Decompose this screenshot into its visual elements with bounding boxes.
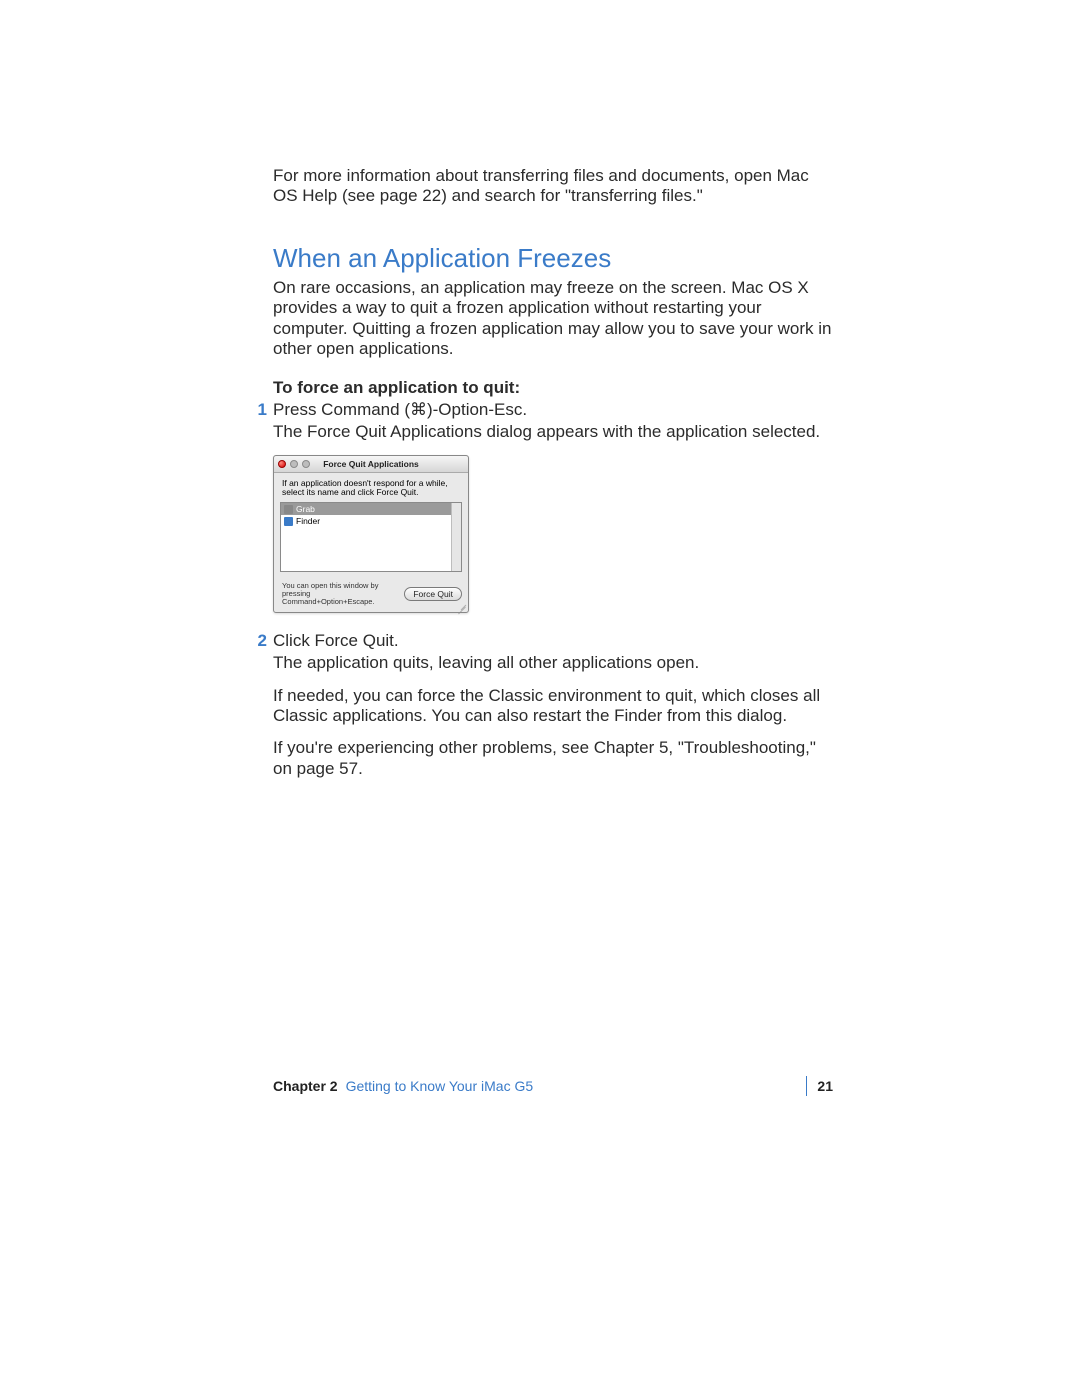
app-list[interactable]: Grab Finder (280, 502, 462, 572)
note-paragraph: If you're experiencing other problems, s… (273, 738, 833, 779)
app-icon (284, 517, 293, 526)
note-paragraph: If needed, you can force the Classic env… (273, 686, 833, 727)
step-row: 1 Press Command (⌘)-Option-Esc. (273, 400, 833, 420)
close-icon[interactable] (278, 460, 286, 468)
page-footer: Chapter 2 Getting to Know Your iMac G5 2… (273, 1076, 833, 1096)
minimize-icon (290, 460, 298, 468)
dialog-message: If an application doesn't respond for a … (274, 473, 468, 503)
scrollbar[interactable] (451, 503, 461, 571)
dialog-footer: You can open this window by pressing Com… (274, 578, 468, 612)
step-text: Click Force Quit. (273, 631, 833, 651)
section-body: On rare occasions, an application may fr… (273, 278, 833, 360)
chapter-title: Getting to Know Your iMac G5 (346, 1078, 534, 1094)
section-heading: When an Application Freezes (273, 243, 833, 274)
divider-icon (806, 1076, 807, 1096)
zoom-icon (302, 460, 310, 468)
force-quit-button[interactable]: Force Quit (404, 587, 462, 601)
step-result: The Force Quit Applications dialog appea… (273, 422, 833, 442)
step-text: Press Command (⌘)-Option-Esc. (273, 400, 833, 420)
step-number: 1 (255, 400, 273, 420)
force-quit-dialog: Force Quit Applications If an applicatio… (273, 455, 469, 613)
traffic-lights (278, 460, 310, 468)
dialog-titlebar: Force Quit Applications (274, 456, 468, 473)
manual-page: For more information about transferring … (0, 0, 1080, 1397)
chapter-label: Chapter 2 (273, 1078, 338, 1094)
app-name: Finder (296, 516, 320, 526)
step-number: 2 (255, 631, 273, 651)
subheading: To force an application to quit: (273, 378, 833, 398)
intro-paragraph: For more information about transferring … (273, 166, 833, 207)
page-number: 21 (817, 1078, 833, 1094)
dialog-hint: You can open this window by pressing Com… (282, 582, 398, 606)
app-name: Grab (296, 504, 315, 514)
app-icon (284, 505, 293, 514)
resize-handle-icon[interactable] (457, 601, 467, 611)
body-column: For more information about transferring … (273, 166, 833, 791)
step-result: The application quits, leaving all other… (273, 653, 833, 673)
step-row: 2 Click Force Quit. (273, 631, 833, 651)
list-item[interactable]: Grab (281, 503, 461, 515)
list-item[interactable]: Finder (281, 515, 461, 527)
